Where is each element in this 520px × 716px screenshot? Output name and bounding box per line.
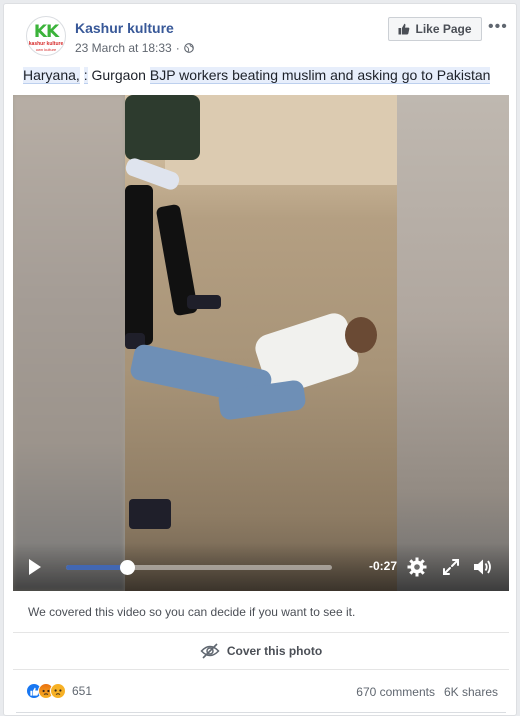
caption-hashtag-haryana[interactable]: Haryana, bbox=[23, 67, 80, 84]
standing-person-shoe bbox=[187, 295, 221, 309]
avatar-tagline-secondary: own kulture bbox=[35, 47, 57, 52]
caption-text-gurgaon: Gurgaon bbox=[91, 67, 146, 83]
gear-icon[interactable] bbox=[406, 556, 428, 578]
avatar-logo-text: KK bbox=[33, 22, 59, 42]
post-card: KK kashur kulture own kulture Kashur kul… bbox=[3, 3, 517, 716]
thumbs-up-icon bbox=[398, 23, 410, 35]
post-meta: 23 March at 18:33 · bbox=[75, 41, 194, 55]
video-player[interactable]: -0:27 bbox=[13, 95, 509, 591]
video-progress-track[interactable] bbox=[66, 560, 332, 575]
cover-notice: We covered this video so you can decide … bbox=[28, 605, 356, 619]
shares-count-link[interactable]: 6K shares bbox=[444, 685, 498, 699]
eye-slash-icon bbox=[200, 643, 220, 659]
standing-person-leg bbox=[125, 185, 153, 345]
like-page-button[interactable]: Like Page bbox=[388, 17, 482, 41]
video-frame bbox=[125, 95, 397, 591]
engagement-stats: 670 comments 6K shares bbox=[356, 685, 498, 699]
more-options-button[interactable]: ••• bbox=[488, 18, 508, 36]
video-controls: -0:27 bbox=[13, 543, 509, 591]
cover-button-label: Cover this photo bbox=[226, 644, 323, 658]
cover-this-photo-button[interactable]: Cover this photo bbox=[13, 632, 509, 670]
globe-icon[interactable] bbox=[183, 43, 194, 53]
standing-person-jacket bbox=[125, 95, 200, 160]
caption-text-main: BJP workers beating muslim and asking go… bbox=[149, 67, 491, 84]
page-name-link[interactable]: Kashur kulture bbox=[75, 20, 174, 36]
sad-icon bbox=[50, 683, 66, 699]
lying-person-head bbox=[345, 317, 377, 353]
meta-separator: · bbox=[175, 41, 180, 55]
page-avatar[interactable]: KK kashur kulture own kulture bbox=[26, 16, 66, 56]
play-icon[interactable] bbox=[29, 559, 41, 575]
reactions-summary[interactable]: 651 bbox=[26, 683, 92, 699]
like-page-label: Like Page bbox=[415, 22, 472, 36]
fullscreen-icon[interactable] bbox=[440, 556, 462, 578]
video-blur-right bbox=[397, 95, 509, 591]
video-blur-left bbox=[13, 95, 125, 591]
volume-icon[interactable] bbox=[471, 556, 493, 578]
footer-divider bbox=[16, 712, 506, 713]
video-progress-thumb[interactable] bbox=[120, 560, 136, 575]
video-progress-fill bbox=[66, 565, 128, 570]
post-timestamp[interactable]: 23 March at 18:33 bbox=[75, 41, 172, 55]
post-caption: Haryana, : Gurgaon BJP workers beating m… bbox=[23, 67, 491, 84]
comments-count-link[interactable]: 670 comments bbox=[356, 685, 435, 699]
video-time-remaining: -0:27 bbox=[369, 559, 398, 573]
foreground-shoe bbox=[129, 499, 171, 529]
reaction-count: 651 bbox=[72, 684, 93, 698]
caption-colon: : bbox=[83, 67, 88, 84]
